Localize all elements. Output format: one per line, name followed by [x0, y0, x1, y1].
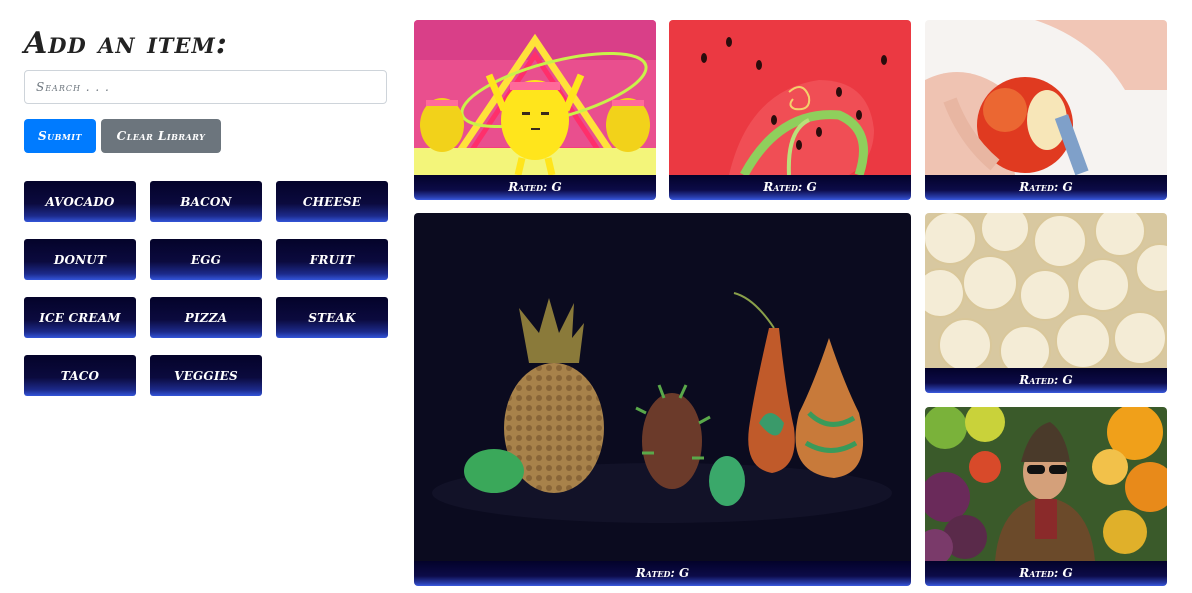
- apple-peeling-image[interactable]: [925, 20, 1167, 175]
- watermelon-image[interactable]: [669, 20, 911, 175]
- rating-label: Rated: G: [414, 175, 656, 200]
- topic-button-avocado[interactable]: avocado: [24, 181, 136, 222]
- submit-button[interactable]: Submit: [24, 119, 96, 153]
- topic-button-taco[interactable]: taco: [24, 355, 136, 396]
- gif-card[interactable]: Rated: G: [414, 20, 656, 200]
- topic-button-bacon[interactable]: bacon: [150, 181, 262, 222]
- add-item-panel: Add an item: Submit Clear Library avocad…: [24, 20, 388, 396]
- search-input[interactable]: [24, 70, 387, 104]
- topic-button-donut[interactable]: donut: [24, 239, 136, 280]
- fruit-sculptures-image[interactable]: [414, 213, 911, 561]
- topic-button-cheese[interactable]: cheese: [276, 181, 388, 222]
- dancing-lemons-image[interactable]: [414, 20, 656, 175]
- topic-button-steak[interactable]: steak: [276, 297, 388, 338]
- gif-card[interactable]: Rated: G: [669, 20, 911, 200]
- topic-buttons: avocado bacon cheese donut egg fruit ice…: [24, 181, 388, 396]
- gif-card[interactable]: Rated: G: [925, 213, 1167, 393]
- topic-button-veggies[interactable]: veggies: [150, 355, 262, 396]
- rating-label: Rated: G: [414, 561, 911, 586]
- rating-label: Rated: G: [925, 368, 1167, 393]
- topic-button-egg[interactable]: egg: [150, 239, 262, 280]
- rating-label: Rated: G: [669, 175, 911, 200]
- gif-card[interactable]: Rated: G: [414, 213, 911, 586]
- form-actions: Submit Clear Library: [24, 119, 387, 153]
- topic-button-pizza[interactable]: pizza: [150, 297, 262, 338]
- banana-slices-image[interactable]: [925, 213, 1167, 368]
- page-title: Add an item:: [24, 26, 228, 61]
- gif-card[interactable]: Rated: G: [925, 407, 1167, 586]
- rating-label: Rated: G: [925, 175, 1167, 200]
- clear-library-button[interactable]: Clear Library: [101, 119, 221, 153]
- gif-card[interactable]: Rated: G: [925, 20, 1167, 200]
- man-with-fruit-image[interactable]: [925, 407, 1167, 561]
- topic-button-fruit[interactable]: fruit: [276, 239, 388, 280]
- topic-button-ice-cream[interactable]: ice cream: [24, 297, 136, 338]
- rating-label: Rated: G: [925, 561, 1167, 586]
